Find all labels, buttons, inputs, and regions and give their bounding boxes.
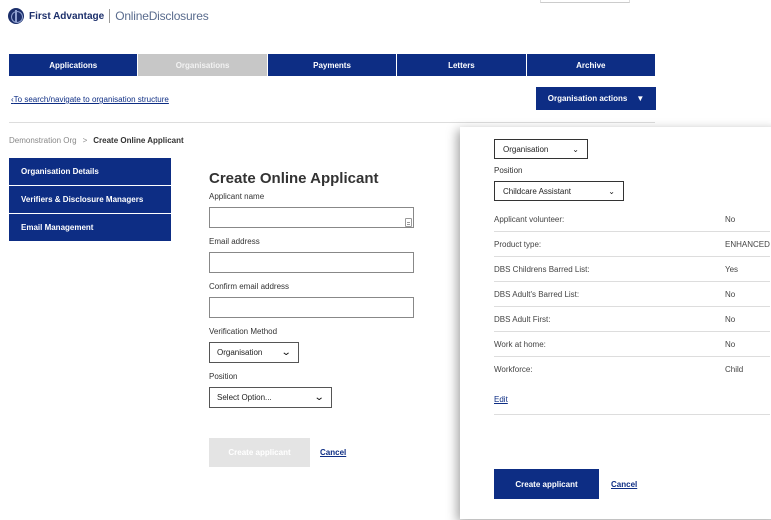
detail-value: ENHANCED bbox=[725, 239, 770, 249]
panel-actions: Create applicant Cancel bbox=[494, 469, 637, 499]
key-icon[interactable] bbox=[405, 218, 412, 227]
panel-divider bbox=[494, 414, 770, 415]
confirm-email-label: Confirm email address bbox=[209, 282, 290, 291]
applicant-preview-panel: Organisation ⌄ Position Childcare Assist… bbox=[460, 127, 771, 519]
verification-method-select[interactable]: Organisation ⌄ bbox=[209, 342, 299, 363]
applicant-name-input[interactable] bbox=[209, 207, 414, 228]
back-to-search-link[interactable]: ‹To search/navigate to organisation stru… bbox=[11, 95, 169, 104]
sidebar-item-email-management[interactable]: Email Management bbox=[9, 214, 171, 242]
detail-row: DBS Adult First: No bbox=[494, 307, 770, 332]
detail-row: DBS Childrens Barred List: Yes bbox=[494, 257, 770, 282]
breadcrumb: Demonstration Org > Create Online Applic… bbox=[9, 136, 184, 145]
organisation-actions-label: Organisation actions bbox=[547, 94, 628, 103]
create-applicant-button-disabled[interactable]: Create applicant bbox=[209, 438, 310, 467]
edit-link[interactable]: Edit bbox=[494, 395, 771, 404]
detail-value: No bbox=[725, 314, 736, 324]
create-applicant-form: Create Online Applicant Applicant name E… bbox=[209, 170, 419, 467]
detail-value: Yes bbox=[725, 264, 739, 274]
detail-label: DBS Childrens Barred List: bbox=[494, 264, 590, 274]
divider bbox=[9, 122, 655, 123]
tab-applications[interactable]: Applications bbox=[9, 54, 139, 76]
cancel-link[interactable]: Cancel bbox=[320, 448, 346, 457]
form-actions: Create applicant Cancel bbox=[209, 438, 419, 467]
organisation-actions-button[interactable]: Organisation actions ▼ bbox=[536, 87, 656, 110]
tab-letters[interactable]: Letters bbox=[397, 54, 527, 76]
sidebar: Organisation Details Verifiers & Disclos… bbox=[9, 158, 171, 242]
panel-cancel-link[interactable]: Cancel bbox=[611, 480, 637, 489]
tab-organisations[interactable]: Organisations bbox=[138, 54, 268, 76]
detail-label: Work at home: bbox=[494, 339, 546, 349]
detail-label: DBS Adult First: bbox=[494, 314, 551, 324]
tab-payments[interactable]: Payments bbox=[267, 54, 398, 76]
breadcrumb-current: Create Online Applicant bbox=[93, 136, 184, 145]
brand-logo: First Advantage OnlineDisclosures bbox=[8, 8, 209, 24]
panel-verification-select[interactable]: Organisation ⌄ bbox=[494, 139, 588, 159]
verification-method-label: Verification Method bbox=[209, 327, 278, 336]
detail-value: No bbox=[725, 214, 736, 224]
page-title: Create Online Applicant bbox=[209, 170, 379, 187]
tab-archive[interactable]: Archive bbox=[526, 54, 656, 76]
brand-divider bbox=[109, 9, 111, 23]
position-select[interactable]: Select Option... ⌄ bbox=[209, 387, 332, 408]
detail-row: Workforce: Child bbox=[494, 357, 770, 382]
panel-position-label: Position bbox=[494, 166, 523, 175]
top-user-menu[interactable] bbox=[540, 0, 630, 3]
panel-position-value: Childcare Assistant bbox=[503, 186, 572, 196]
position-details-list: Applicant volunteer: No Product type: EN… bbox=[494, 207, 771, 382]
detail-label: Applicant volunteer: bbox=[494, 214, 565, 224]
detail-row: DBS Adult's Barred List: No bbox=[494, 282, 770, 307]
globe-logo-icon bbox=[8, 8, 24, 24]
panel-verification-value: Organisation bbox=[503, 144, 549, 154]
back-link-label: To search/navigate to organisation struc… bbox=[13, 95, 169, 104]
panel-position-select[interactable]: Childcare Assistant ⌄ bbox=[494, 181, 624, 201]
position-label: Position bbox=[209, 372, 238, 381]
brand-name: First Advantage bbox=[29, 10, 105, 22]
detail-row: Product type: ENHANCED bbox=[494, 232, 770, 257]
product-name: OnlineDisclosures bbox=[115, 9, 209, 23]
email-label: Email address bbox=[209, 237, 260, 246]
sidebar-item-verifiers[interactable]: Verifiers & Disclosure Managers bbox=[9, 186, 171, 214]
create-applicant-button[interactable]: Create applicant bbox=[494, 469, 599, 499]
detail-label: Product type: bbox=[494, 239, 542, 249]
detail-row: Work at home: No bbox=[494, 332, 770, 357]
detail-label: Workforce: bbox=[494, 365, 533, 374]
applicant-name-label: Applicant name bbox=[209, 192, 265, 201]
breadcrumb-separator: > bbox=[82, 136, 88, 145]
chevron-down-icon: ⌄ bbox=[280, 347, 292, 358]
main-nav: Applications Organisations Payments Lett… bbox=[9, 54, 656, 76]
email-input[interactable] bbox=[209, 252, 414, 273]
breadcrumb-parent[interactable]: Demonstration Org bbox=[9, 136, 77, 145]
verification-method-value: Organisation bbox=[217, 348, 263, 357]
detail-value: No bbox=[725, 289, 736, 299]
sidebar-item-organisation-details[interactable]: Organisation Details bbox=[9, 158, 171, 186]
chevron-down-icon: ⌄ bbox=[608, 186, 615, 196]
triangle-down-icon: ▼ bbox=[636, 94, 645, 103]
detail-label: DBS Adult's Barred List: bbox=[494, 289, 580, 299]
detail-value: No bbox=[725, 339, 736, 349]
chevron-down-icon: ⌄ bbox=[313, 392, 325, 403]
confirm-email-input[interactable] bbox=[209, 297, 414, 318]
detail-value: Child bbox=[725, 365, 744, 374]
detail-row: Applicant volunteer: No bbox=[494, 207, 770, 232]
position-value: Select Option... bbox=[217, 393, 272, 402]
chevron-down-icon: ⌄ bbox=[572, 144, 579, 154]
